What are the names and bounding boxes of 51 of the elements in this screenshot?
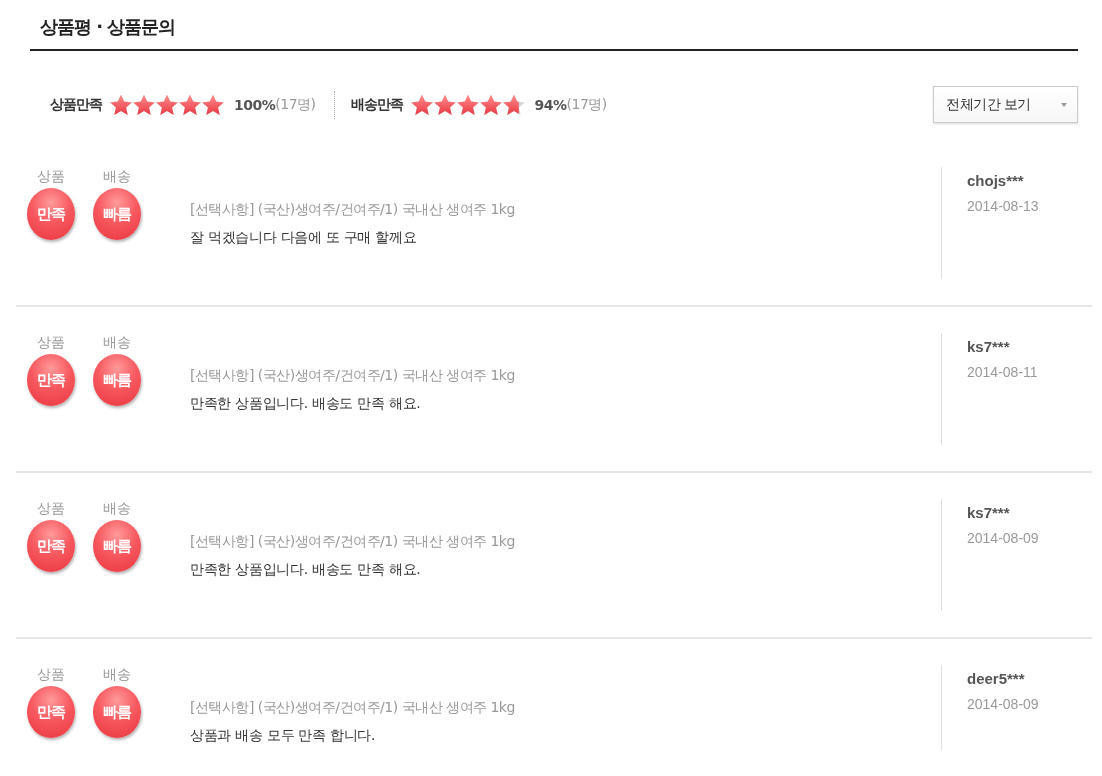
review-comment: 상품과 배송 모두 만족 합니다. [190, 726, 376, 745]
review-comment: 만족한 상품입니다. 배송도 만족 해요. [190, 394, 421, 413]
rating-count: (17명) [275, 95, 316, 114]
review-date: 2014-08-11 [967, 363, 1038, 382]
purchase-option-text: [선택사항] (국산)생여주/건여주/1) 국내산 생여주 1kg [190, 200, 515, 219]
reviewer-name: deer5*** [967, 669, 1025, 689]
badge-caption: 상품 [37, 167, 65, 185]
caret-icon [1061, 102, 1067, 107]
badge-caption: 배송 [103, 167, 131, 185]
rating-badge: 만족 [27, 354, 75, 406]
rating-badge: 만족 [27, 520, 75, 572]
rating-badge: 빠름 [93, 354, 141, 406]
rating-percent: 100% [234, 96, 276, 113]
rating-badge: 만족 [27, 686, 75, 738]
period-select[interactable]: 전체기간 보기 [933, 86, 1078, 123]
purchase-option-text: [선택사항] (국산)생여주/건여주/1) 국내산 생여주 1kg [190, 532, 515, 551]
star-icon [456, 93, 479, 116]
rating-badge: 빠름 [93, 188, 141, 240]
star-icon [133, 93, 155, 116]
badge-caption: 배송 [103, 665, 131, 683]
rating-percent: 94% [534, 96, 567, 113]
rating-badge: 빠름 [93, 686, 141, 738]
star-icon [479, 93, 502, 116]
review-comment: 잘 먹겠습니다 다음에 또 구매 할께요 [190, 228, 417, 247]
reviewer-name: chojs*** [967, 171, 1024, 191]
rating-label: 상품만족 [50, 95, 102, 114]
review-date: 2014-08-09 [967, 695, 1039, 714]
badge-caption: 배송 [103, 333, 131, 351]
rating-badge: 빠름 [93, 520, 141, 572]
badge-caption: 상품 [37, 665, 65, 683]
star-icon [410, 93, 433, 116]
star-icon [110, 93, 132, 116]
star-icon [433, 93, 456, 116]
star-icon [179, 93, 201, 116]
star-icon [202, 93, 224, 116]
star-icon [502, 93, 525, 116]
badge-caption: 상품 [37, 333, 65, 351]
review-date: 2014-08-09 [967, 529, 1039, 548]
rating-label: 배송만족 [350, 95, 403, 114]
star-icon [156, 93, 178, 116]
purchase-option-text: [선택사항] (국산)생여주/건여주/1) 국내산 생여주 1kg [190, 366, 515, 385]
badge-caption: 상품 [37, 499, 65, 517]
badge-caption: 배송 [103, 499, 131, 517]
purchase-option-text: [선택사항] (국산)생여주/건여주/1) 국내산 생여주 1kg [190, 698, 515, 717]
review-date: 2014-08-13 [967, 197, 1039, 216]
rating-count: (17명) [566, 95, 607, 114]
reviewer-name: ks7*** [967, 337, 1010, 357]
rating-badge: 만족 [27, 188, 75, 240]
reviewer-name: ks7*** [967, 503, 1010, 523]
section-title: 상품평 · 상품문의 [40, 15, 176, 39]
review-comment: 만족한 상품입니다. 배송도 만족 해요. [190, 560, 421, 579]
